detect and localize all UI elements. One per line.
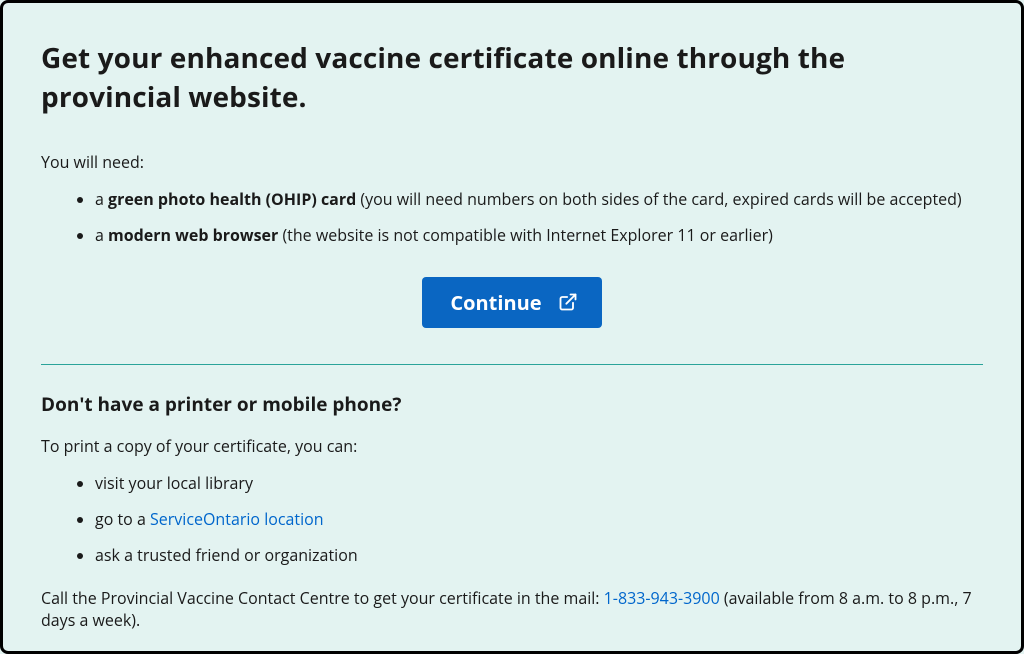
list-item: a modern web browser (the website is not… <box>95 224 983 246</box>
list-item: visit your local library <box>95 472 983 494</box>
requirements-list: a green photo health (OHIP) card (you wi… <box>41 188 983 247</box>
list-item: ask a trusted friend or organization <box>95 544 983 566</box>
intro-text: You will need: <box>41 151 983 173</box>
options-list: visit your local library go to a Service… <box>41 472 983 567</box>
list-item: a green photo health (OHIP) card (you wi… <box>95 188 983 210</box>
req-suffix: (the website is not compatible with Inte… <box>278 224 773 246</box>
continue-label: Continue <box>450 289 541 316</box>
serviceontario-link[interactable]: ServiceOntario location <box>150 508 324 530</box>
option-prefix: go to a <box>95 508 150 530</box>
print-intro: To print a copy of your certificate, you… <box>41 435 983 457</box>
req-suffix: (you will need numbers on both sides of … <box>356 188 961 210</box>
req-bold: modern web browser <box>108 224 278 246</box>
footer-text: Call the Provincial Vaccine Contact Cent… <box>41 587 983 632</box>
section-divider <box>41 364 983 365</box>
footer-pre: Call the Provincial Vaccine Contact Cent… <box>41 587 604 609</box>
req-prefix: a <box>95 188 108 210</box>
button-row: Continue <box>41 277 983 328</box>
external-link-icon <box>558 292 578 312</box>
req-prefix: a <box>95 224 108 246</box>
continue-button[interactable]: Continue <box>422 277 601 328</box>
page-title: Get your enhanced vaccine certificate on… <box>41 39 983 117</box>
subheading: Don't have a printer or mobile phone? <box>41 391 983 418</box>
list-item: go to a ServiceOntario location <box>95 508 983 530</box>
req-bold: green photo health (OHIP) card <box>108 188 356 210</box>
phone-link[interactable]: 1-833-943-3900 <box>604 587 720 609</box>
